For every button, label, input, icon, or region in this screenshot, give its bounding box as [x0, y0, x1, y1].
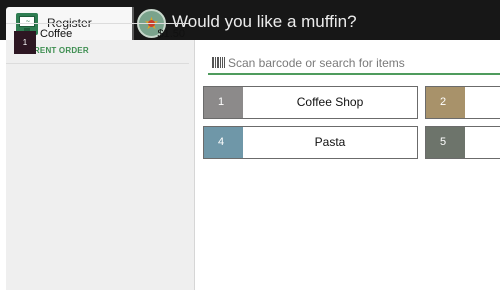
category-label — [465, 127, 500, 158]
category-number: 1 — [204, 87, 243, 118]
category-number: 2 — [426, 87, 465, 118]
barcode-icon — [212, 57, 225, 68]
category-label: Coffee Shop — [296, 95, 364, 109]
category-tile-2[interactable]: 2 — [425, 86, 500, 119]
item-name: Coffee — [40, 28, 73, 40]
category-tile-pasta[interactable]: 4 Pasta — [203, 126, 418, 159]
search-underline — [208, 73, 500, 75]
divider — [6, 63, 189, 64]
quantity-badge: 1 — [14, 31, 36, 54]
search-input[interactable] — [228, 53, 500, 73]
category-number: 5 — [426, 127, 465, 158]
category-number: 4 — [204, 127, 243, 158]
category-label: Pasta — [314, 135, 346, 149]
item-price: $1.50 — [157, 28, 185, 40]
category-tile-coffee-shop[interactable]: 1 Coffee Shop — [203, 86, 418, 119]
order-line-item[interactable]: 1 Coffee $1.50 — [6, 24, 189, 63]
promo-message: Would you like a muffin? — [172, 12, 357, 31]
category-label — [465, 87, 500, 118]
pos-app: ~ Register ★ Would you like a muffin? CU… — [0, 0, 500, 290]
current-order-panel: CURRENT ORDER — [6, 40, 195, 290]
category-tile-5[interactable]: 5 — [425, 126, 500, 159]
